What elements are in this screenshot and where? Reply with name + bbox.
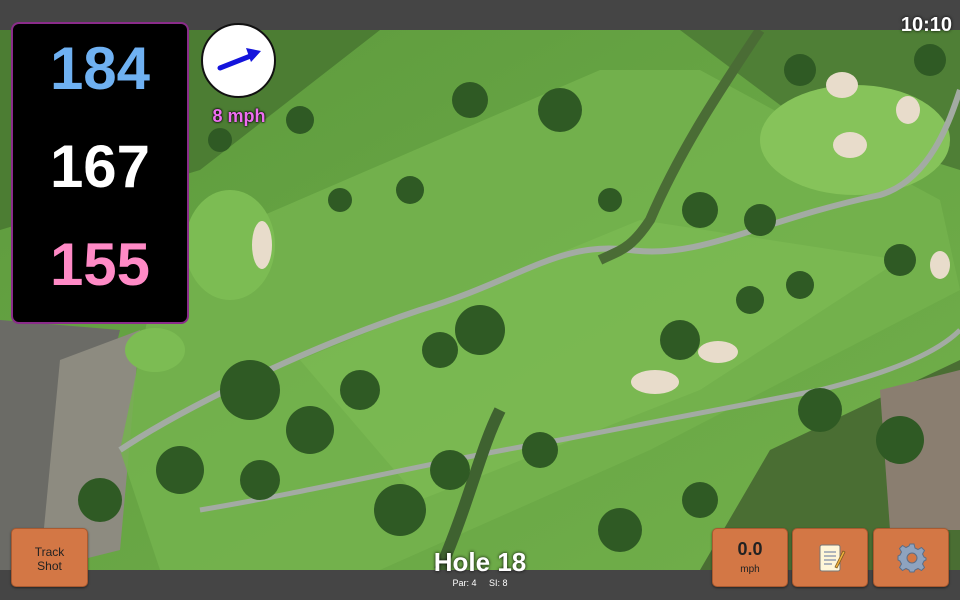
app-window: 10:10 184 167 155 8 mph Track Shot Hole 1… [0, 0, 960, 600]
settings-button[interactable] [873, 528, 949, 587]
hole-par: Par: 4 [452, 578, 477, 588]
clock: 10:10 [900, 14, 952, 36]
wind-speed-label: 8 mph [212, 106, 266, 126]
wind-direction-dial [201, 23, 276, 98]
hole-title: Hole 18 [433, 547, 527, 577]
center-distance: 167 [49, 133, 151, 200]
hole-details: Par: 4 SI: 8 [380, 578, 580, 588]
track-shot-button[interactable]: Track Shot [11, 528, 88, 587]
distance-panel: 184 167 155 [11, 22, 189, 324]
back-distance: 155 [49, 231, 151, 298]
wind-readout-unit: mph [740, 564, 760, 575]
wind-readout-value: 0.0 [737, 539, 763, 559]
front-distance: 184 [49, 35, 151, 102]
wind-readout-button[interactable]: 0.0 mph [712, 528, 788, 587]
notepad-icon [819, 544, 846, 572]
wind-arrow-icon [217, 48, 261, 71]
gear-icon [897, 543, 927, 573]
hole-stroke-index: SI: 8 [489, 578, 508, 588]
notes-button[interactable] [792, 528, 868, 587]
